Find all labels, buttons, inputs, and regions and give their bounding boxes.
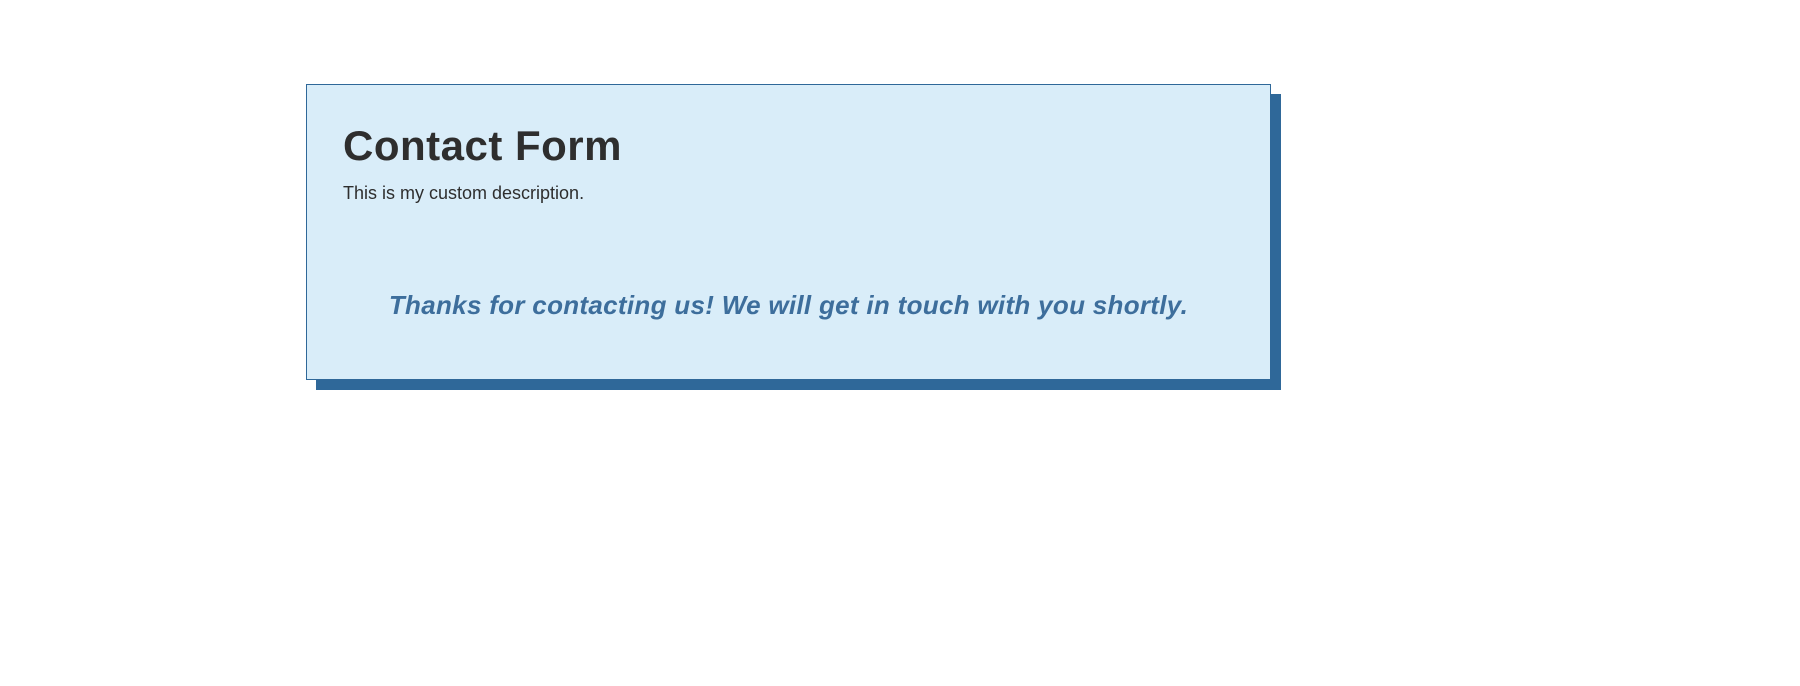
contact-form-panel: Contact Form This is my custom descripti…	[306, 84, 1271, 380]
confirmation-message: Thanks for contacting us! We will get in…	[343, 290, 1234, 321]
form-title: Contact Form	[343, 123, 1234, 169]
form-description: This is my custom description.	[343, 183, 1234, 204]
